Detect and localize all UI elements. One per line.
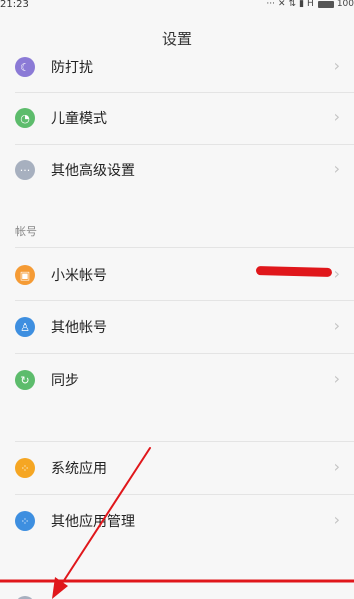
child-mode-icon: ◔	[15, 108, 35, 128]
signal-icon: ▮	[299, 0, 305, 9]
row-label: 其他帐号	[51, 320, 107, 336]
chevron-right-icon: ›	[333, 316, 340, 335]
sync-icon: ↻	[15, 370, 35, 390]
chevron-right-icon: ›	[333, 107, 340, 126]
mute-icon: ✕	[277, 0, 286, 9]
status-icons: ··· ✕ ⇅ ▮ H 100	[266, 0, 354, 9]
settings-row-sync[interactable]: ↻ 同步 ›	[0, 354, 354, 406]
app-manage-icon: ⁘	[15, 511, 35, 531]
settings-row-do-not-disturb[interactable]: ☾ 防打扰 ›	[0, 41, 354, 93]
battery-level: 100	[336, 0, 354, 9]
settings-row-child-mode[interactable]: ◔ 儿童模式 ›	[0, 92, 354, 144]
status-bar: 21:23 ··· ✕ ⇅ ▮ H 100	[0, 0, 354, 13]
person-icon: ♙	[15, 317, 35, 337]
moon-icon: ☾	[15, 57, 35, 77]
chevron-right-icon: ›	[333, 369, 340, 388]
apps-icon: ⁘	[15, 458, 35, 478]
status-time: 21:23	[0, 0, 29, 10]
mi-account-icon: ▣	[15, 265, 35, 285]
chevron-right-icon: ›	[333, 56, 340, 75]
data-transfer-icon: ⇅	[288, 0, 297, 9]
section-header-accounts: 帐号	[15, 225, 37, 238]
network-type-icon: H	[307, 0, 314, 9]
settings-row-system-apps[interactable]: ⁘ 系统应用 ›	[0, 442, 354, 494]
chevron-right-icon: ›	[333, 457, 340, 476]
row-label: 其他高级设置	[51, 163, 135, 179]
settings-row-app-management[interactable]: ⁘ 其他应用管理 ›	[0, 495, 354, 547]
row-label: 其他应用管理	[51, 514, 135, 530]
settings-row-advanced[interactable]: ··· 其他高级设置 ›	[0, 144, 354, 196]
row-label: 系统应用	[51, 461, 107, 477]
more-dots-icon: ···	[15, 160, 35, 180]
chevron-right-icon: ›	[333, 264, 340, 283]
chevron-right-icon: ›	[333, 159, 340, 178]
chevron-right-icon: ›	[333, 510, 340, 529]
dots-icon: ···	[266, 0, 275, 9]
row-label: 小米帐号	[51, 268, 107, 284]
settings-screen: 21:23 ··· ✕ ⇅ ▮ H 100 设置 ☾ 防打扰 › ◔ 儿童模式 …	[0, 0, 354, 599]
row-label: 同步	[51, 373, 79, 389]
battery-icon	[317, 0, 334, 8]
row-label: 儿童模式	[51, 111, 107, 127]
row-label: 防打扰	[51, 60, 93, 76]
settings-row-other-accounts[interactable]: ♙ 其他帐号 ›	[0, 301, 354, 353]
settings-row-partial[interactable]	[0, 582, 354, 599]
